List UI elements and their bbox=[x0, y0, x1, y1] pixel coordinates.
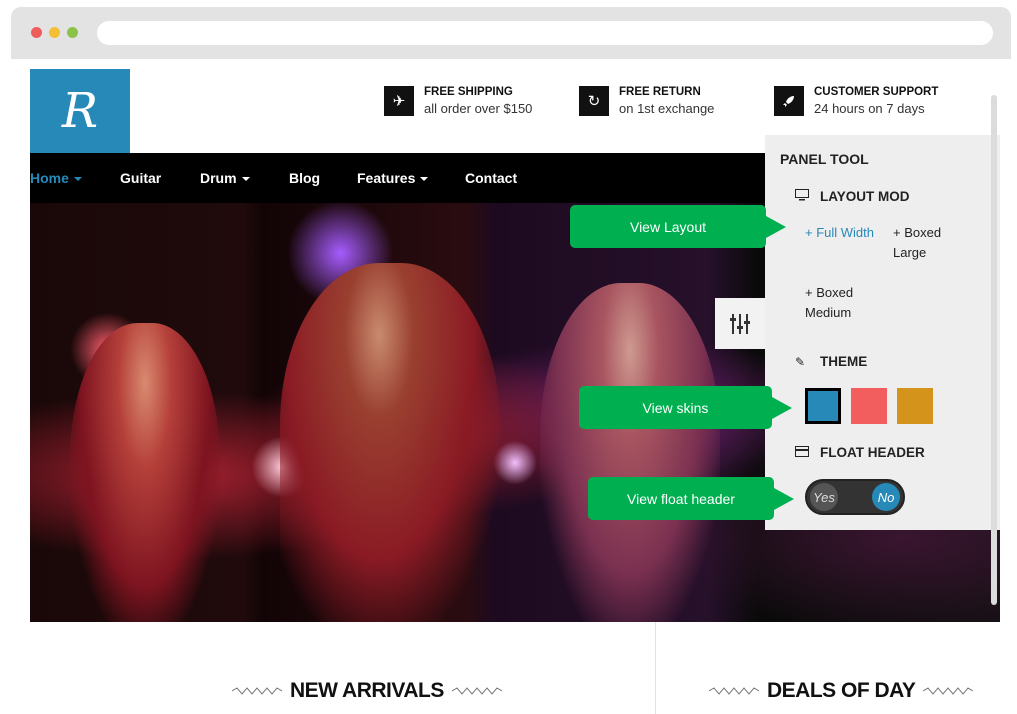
view-layout-callout: View Layout bbox=[570, 205, 786, 248]
new-arrivals-heading: NEW ARRIVALS bbox=[224, 679, 510, 703]
singer-figure bbox=[70, 323, 220, 622]
float-header-heading: FLOAT HEADER bbox=[795, 445, 925, 460]
zigzag-ornament-icon bbox=[232, 687, 282, 695]
caret-down-icon bbox=[73, 177, 82, 182]
nav-label: Home bbox=[30, 170, 69, 186]
section-title-text: DEALS OF DAY bbox=[767, 679, 916, 702]
float-header-toggle[interactable]: Yes No bbox=[805, 479, 905, 515]
theme-heading: ✎ THEME bbox=[795, 354, 867, 369]
feature-customer-support: CUSTOMER SUPPORT 24 hours on 7 days bbox=[774, 85, 938, 117]
address-bar[interactable] bbox=[97, 21, 993, 45]
layout-mod-heading: LAYOUT MOD bbox=[795, 189, 910, 204]
nav-label: Contact bbox=[465, 170, 518, 186]
section-divider bbox=[655, 622, 656, 714]
panel-tool: PANEL TOOL LAYOUT MOD + Full Width + Box… bbox=[765, 135, 1000, 530]
feature-title: FREE RETURN bbox=[619, 86, 701, 98]
skin-red-swatch[interactable] bbox=[851, 388, 887, 424]
return-icon: ↻ bbox=[579, 86, 609, 116]
nav-item-guitar[interactable]: Guitar bbox=[120, 170, 161, 186]
nav-label: Features bbox=[357, 170, 416, 186]
view-skins-callout: View skins bbox=[579, 386, 792, 429]
singer-figure bbox=[540, 283, 720, 622]
logo-letter: R bbox=[61, 83, 99, 139]
feature-subtitle: on 1st exchange bbox=[619, 101, 715, 116]
feature-subtitle: all order over $150 bbox=[424, 101, 533, 116]
zigzag-ornament-icon bbox=[451, 687, 502, 695]
toggle-yes[interactable]: Yes bbox=[810, 483, 838, 511]
feature-free-return: ↻ FREE RETURN on 1st exchange bbox=[579, 85, 714, 117]
monitor-icon bbox=[795, 189, 811, 204]
maximize-window-dot[interactable] bbox=[67, 27, 78, 38]
zigzag-ornament-icon bbox=[709, 687, 759, 695]
deals-of-day-heading: DEALS OF DAY bbox=[701, 679, 981, 703]
nav-item-contact[interactable]: Contact bbox=[465, 170, 517, 186]
nav-label: Drum bbox=[200, 170, 237, 186]
feature-free-shipping: ✈ FREE SHIPPING all order over $150 bbox=[384, 85, 532, 117]
nav-item-home[interactable]: Home bbox=[30, 170, 82, 186]
guitarist-figure bbox=[280, 263, 500, 622]
nav-label: Guitar bbox=[120, 170, 162, 186]
feature-subtitle: 24 hours on 7 days bbox=[814, 101, 925, 116]
layout-boxed-medium-option[interactable]: + Boxed Medium bbox=[805, 283, 870, 323]
section-label: LAYOUT MOD bbox=[820, 189, 910, 204]
minimize-window-dot[interactable] bbox=[49, 27, 60, 38]
nav-item-drum[interactable]: Drum bbox=[200, 170, 250, 186]
layout-full-width-option[interactable]: + Full Width bbox=[805, 223, 874, 243]
zigzag-ornament-icon bbox=[923, 687, 974, 695]
feature-title: CUSTOMER SUPPORT bbox=[814, 86, 939, 98]
section-label: THEME bbox=[820, 354, 868, 369]
web-page: R ✈ FREE SHIPPING all order over $150 ↻ … bbox=[11, 59, 1011, 714]
panel-scrollbar[interactable] bbox=[991, 95, 997, 605]
nav-item-features[interactable]: Features bbox=[357, 170, 429, 186]
browser-toolbar bbox=[11, 7, 1011, 59]
panel-title: PANEL TOOL bbox=[780, 151, 869, 167]
skin-blue-swatch[interactable] bbox=[805, 388, 841, 424]
caret-down-icon bbox=[241, 177, 250, 182]
section-label: FLOAT HEADER bbox=[820, 445, 925, 460]
site-logo[interactable]: R bbox=[30, 69, 130, 153]
rocket-icon bbox=[774, 86, 804, 116]
nav-label: Blog bbox=[289, 170, 321, 186]
toggle-no[interactable]: No bbox=[872, 483, 900, 511]
section-title-text: NEW ARRIVALS bbox=[290, 679, 444, 702]
close-window-dot[interactable] bbox=[31, 27, 42, 38]
pencil-icon: ✎ bbox=[795, 354, 806, 369]
nav-item-blog[interactable]: Blog bbox=[289, 170, 320, 186]
view-float-header-callout: View float header bbox=[588, 477, 794, 520]
feature-title: FREE SHIPPING bbox=[424, 86, 513, 98]
airplane-icon: ✈ bbox=[384, 86, 414, 116]
panel-toggle-sliders-icon[interactable] bbox=[715, 298, 765, 349]
caret-down-icon bbox=[420, 177, 429, 182]
skin-orange-swatch[interactable] bbox=[897, 388, 933, 424]
layout-boxed-large-option[interactable]: + Boxed Large bbox=[893, 223, 953, 263]
card-icon bbox=[795, 445, 811, 460]
